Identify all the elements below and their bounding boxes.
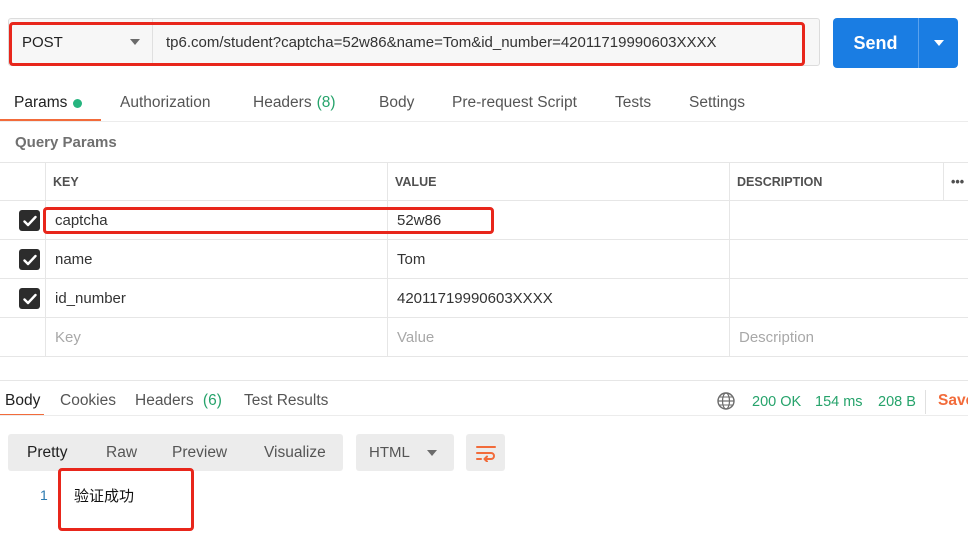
- save-response-button[interactable]: Save: [938, 392, 968, 410]
- tab-tests[interactable]: Tests: [615, 84, 651, 122]
- table-row: id_number 42011719990603XXXX: [0, 279, 968, 318]
- query-params-title: Query Params: [15, 134, 117, 151]
- method-label: POST: [22, 33, 63, 51]
- tab-prerequest-script[interactable]: Pre-request Script: [452, 84, 577, 122]
- row-checkbox[interactable]: [19, 210, 40, 231]
- view-pretty-button[interactable]: Pretty: [27, 434, 67, 471]
- send-button[interactable]: Send: [833, 18, 918, 68]
- chevron-down-icon: [130, 39, 140, 45]
- column-header-description: DESCRIPTION: [729, 163, 943, 200]
- checkmark-icon: [22, 215, 37, 226]
- param-value[interactable]: Tom: [387, 240, 729, 278]
- response-tab-headers[interactable]: Headers (6): [135, 392, 222, 410]
- response-tab-body[interactable]: Body: [5, 392, 40, 410]
- checkmark-icon: [22, 293, 37, 304]
- tab-params[interactable]: Params: [14, 84, 83, 122]
- row-checkbox[interactable]: [19, 288, 40, 309]
- view-visualize-button[interactable]: Visualize: [264, 434, 326, 471]
- view-raw-button[interactable]: Raw: [106, 434, 137, 471]
- status-divider: [925, 390, 926, 414]
- new-param-description-input[interactable]: Description: [729, 318, 943, 356]
- new-param-key-input[interactable]: Key: [45, 318, 387, 356]
- tab-settings[interactable]: Settings: [689, 84, 745, 122]
- url-input[interactable]: tp6.com/student?captcha=52w86&name=Tom&i…: [153, 19, 819, 65]
- response-tab-headers-label: Headers: [135, 392, 194, 409]
- new-param-value-input[interactable]: Value: [387, 318, 729, 356]
- column-header-value: VALUE: [387, 163, 729, 200]
- chevron-down-icon: [427, 449, 437, 456]
- globe-icon[interactable]: [716, 391, 736, 411]
- tab-authorization[interactable]: Authorization: [120, 84, 210, 122]
- view-preview-button[interactable]: Preview: [172, 434, 227, 471]
- query-params-table: KEY VALUE DESCRIPTION ••• captcha 52w86 …: [0, 162, 968, 357]
- checkmark-icon: [22, 254, 37, 265]
- row-checkbox[interactable]: [19, 249, 40, 270]
- tab-headers-label: Headers: [253, 94, 312, 111]
- param-value[interactable]: 52w86: [387, 201, 729, 239]
- param-key[interactable]: id_number: [45, 279, 387, 317]
- table-row: name Tom: [0, 240, 968, 279]
- response-divider: [0, 380, 968, 381]
- tabs-divider: [0, 121, 968, 122]
- param-description[interactable]: [729, 201, 943, 239]
- column-options-button[interactable]: •••: [943, 163, 968, 200]
- response-time[interactable]: 154 ms: [815, 394, 863, 410]
- format-select[interactable]: HTML: [356, 434, 454, 471]
- send-options-button[interactable]: [919, 18, 958, 68]
- param-key[interactable]: name: [45, 240, 387, 278]
- response-headers-count: (6): [202, 392, 222, 409]
- tab-params-label: Params: [14, 94, 68, 111]
- table-row-empty: Key Value Description: [0, 318, 968, 357]
- wrap-text-icon: [475, 445, 496, 462]
- active-indicator-dot: [73, 98, 83, 108]
- headers-count: (8): [316, 94, 336, 111]
- column-header-key: KEY: [45, 163, 387, 200]
- table-row: captcha 52w86: [0, 201, 968, 240]
- param-key[interactable]: captcha: [45, 201, 387, 239]
- line-number: 1: [40, 487, 48, 503]
- tab-body[interactable]: Body: [379, 84, 414, 122]
- table-header-row: KEY VALUE DESCRIPTION •••: [0, 162, 968, 201]
- tab-headers[interactable]: Headers (8): [253, 84, 336, 122]
- wrap-lines-button[interactable]: [466, 434, 505, 471]
- param-value[interactable]: 42011719990603XXXX: [387, 279, 729, 317]
- chevron-down-icon: [933, 40, 944, 46]
- method-select[interactable]: POST: [9, 19, 153, 65]
- param-description[interactable]: [729, 279, 943, 317]
- format-label: HTML: [369, 444, 410, 461]
- request-url-bar: POST tp6.com/student?captcha=52w86&name=…: [8, 18, 820, 66]
- view-mode-selector: Pretty Raw Preview Visualize: [8, 434, 343, 471]
- response-status[interactable]: 200 OK: [752, 394, 801, 410]
- response-size[interactable]: 208 B: [878, 394, 916, 410]
- response-tab-cookies[interactable]: Cookies: [60, 392, 116, 410]
- response-tabs-divider: [0, 415, 968, 416]
- send-button-group: Send: [833, 18, 958, 68]
- response-tab-test-results[interactable]: Test Results: [244, 392, 328, 410]
- param-description[interactable]: [729, 240, 943, 278]
- response-body-text[interactable]: 验证成功: [74, 485, 134, 506]
